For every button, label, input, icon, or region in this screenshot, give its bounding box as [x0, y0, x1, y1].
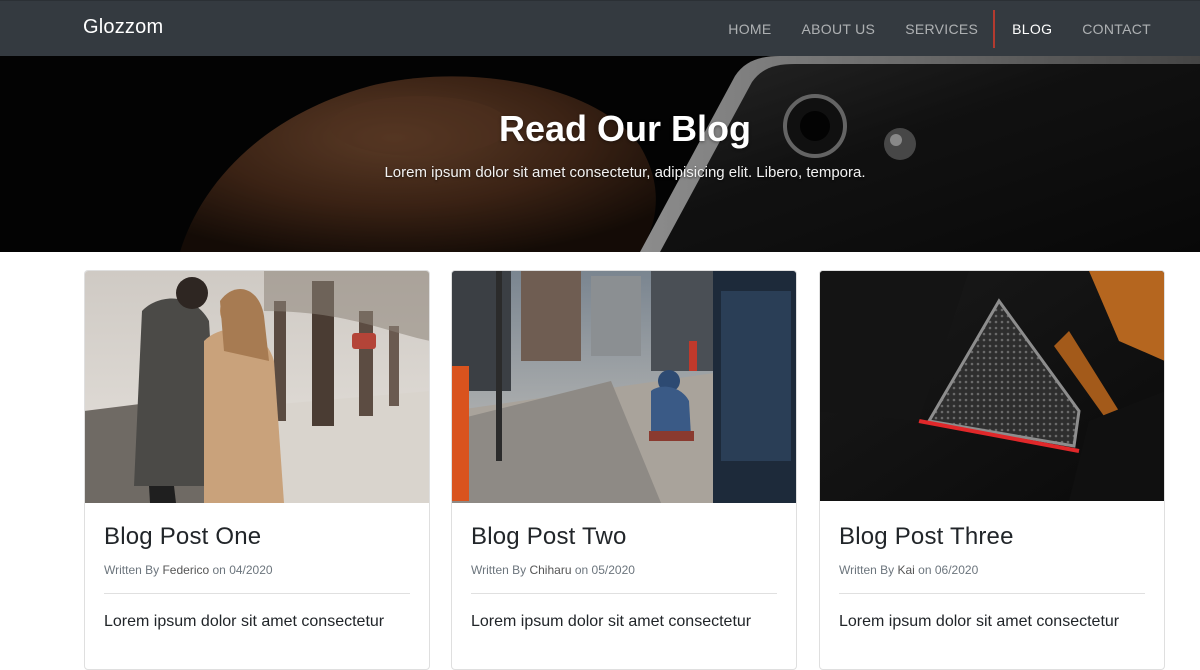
nav-menu: HOME ABOUT US SERVICES BLOG CONTACT [713, 1, 1166, 57]
card-divider [839, 593, 1145, 594]
hero-subtitle: Lorem ipsum dolor sit amet consectetur, … [384, 164, 866, 181]
nav-blog[interactable]: BLOG [997, 1, 1067, 57]
post-title[interactable]: Blog Post One [104, 523, 410, 551]
hero-title: Read Our Blog [498, 108, 752, 149]
nav-about[interactable]: ABOUT US [786, 1, 890, 57]
meta-written-by: Written By [839, 563, 895, 577]
post-date: 05/2020 [591, 563, 635, 577]
blog-card-1: Blog Post One Written By Federico on 04/… [84, 270, 430, 670]
nav-services[interactable]: SERVICES [890, 1, 993, 57]
blog-post-one-image [85, 271, 429, 503]
post-author: Chiharu [529, 563, 572, 577]
blog-card-3: Blog Post Three Written By Kai on 06/202… [819, 270, 1165, 670]
blog-card-1-body: Blog Post One Written By Federico on 04/… [104, 503, 410, 634]
card-divider [471, 593, 777, 594]
post-excerpt: Lorem ipsum dolor sit amet consectetur [839, 613, 1120, 630]
blog-card-2-body: Blog Post Two Written By Chiharu on 05/2… [471, 503, 777, 634]
blog-card-3-body: Blog Post Three Written By Kai on 06/202… [839, 503, 1145, 634]
active-nav-indicator [993, 10, 996, 48]
post-author: Kai [897, 563, 915, 577]
meta-written-by: Written By [104, 563, 160, 577]
meta-on: on [212, 563, 226, 577]
brand-logo[interactable]: Glozzom [83, 16, 163, 39]
post-excerpt: Lorem ipsum dolor sit amet consectetur [471, 613, 752, 630]
post-title[interactable]: Blog Post Three [839, 523, 1145, 551]
post-meta: Written By Chiharu on 05/2020 [471, 563, 777, 577]
post-date: 06/2020 [934, 563, 979, 577]
blog-card-2: Blog Post Two Written By Chiharu on 05/2… [451, 270, 797, 670]
card-divider [104, 593, 410, 594]
post-meta: Written By Kai on 06/2020 [839, 563, 1145, 577]
post-meta: Written By Federico on 04/2020 [104, 563, 410, 577]
post-title[interactable]: Blog Post Two [471, 523, 777, 551]
post-author: Federico [162, 563, 210, 577]
post-date: 04/2020 [229, 563, 273, 577]
top-navbar: Glozzom HOME ABOUT US SERVICES BLOG CONT… [0, 0, 1200, 56]
blog-post-two-image [452, 271, 796, 503]
hero-banner: Read Our Blog Lorem ipsum dolor sit amet… [0, 56, 1200, 252]
meta-on: on [918, 563, 932, 577]
meta-on: on [574, 563, 589, 577]
nav-contact[interactable]: CONTACT [1067, 1, 1166, 57]
nav-home[interactable]: HOME [713, 1, 786, 57]
meta-written-by: Written By [471, 563, 527, 577]
post-excerpt: Lorem ipsum dolor sit amet consectetur [104, 613, 385, 630]
hero-background-image [0, 56, 1200, 252]
blog-post-three-image [820, 271, 1164, 501]
